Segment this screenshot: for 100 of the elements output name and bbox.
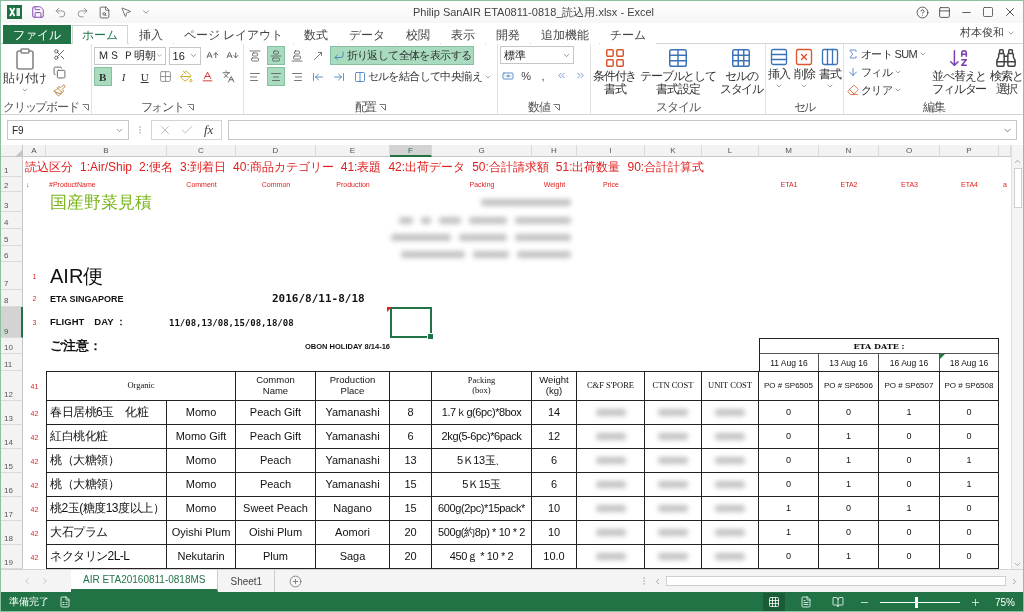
insert-function-button[interactable]: fx — [202, 122, 216, 138]
editing-button[interactable]: 検索と 選択 — [990, 46, 1023, 98]
table-cell: 13 — [390, 449, 432, 473]
editing-button[interactable]: クリア — [845, 82, 929, 98]
style-button[interactable]: セルの スタイル — [719, 46, 764, 98]
flight-label: FLIGHT DAY ： — [50, 316, 126, 329]
column-header[interactable]: F — [390, 145, 432, 157]
eta-date-header: ETA DATE : — [759, 338, 999, 354]
row-header[interactable]: 19 — [1, 545, 23, 569]
row-header[interactable]: 7 — [1, 262, 23, 290]
table-cell: 0 — [759, 449, 819, 473]
editing-button[interactable]: 並べ替えと フィルター — [932, 46, 987, 98]
row-header[interactable]: 18 — [1, 521, 23, 545]
table-cell: 0 — [879, 521, 940, 545]
column-header[interactable]: E — [316, 145, 390, 157]
column-header[interactable]: C — [167, 145, 236, 157]
table-cell: Momo — [167, 401, 236, 425]
row-header[interactable]: 5 — [1, 229, 23, 246]
table-cell: 1 — [940, 449, 999, 473]
zoom-level[interactable]: 75% — [995, 596, 1015, 608]
table-cell: 500g(約8p) * 10 * 2 — [432, 521, 532, 545]
user-name[interactable]: 村本俊和 — [960, 25, 1015, 40]
bold-button[interactable]: B — [93, 67, 112, 86]
table-cell: Nagano — [316, 497, 390, 521]
column-header[interactable]: G — [432, 145, 532, 157]
table-cell: 0 — [879, 473, 940, 497]
row-header[interactable]: 16 — [1, 473, 23, 497]
column-header[interactable]: D — [236, 145, 316, 157]
row-header[interactable]: 9 — [1, 307, 23, 338]
legend-text: 読込区分 — [25, 158, 73, 176]
row-header[interactable]: 6 — [1, 246, 23, 262]
number-format-field[interactable]: 標準 — [500, 46, 574, 64]
row-header[interactable]: 1 — [1, 157, 23, 177]
column-header[interactable]: O — [879, 145, 940, 157]
ribbon-tab[interactable]: ファイル — [3, 25, 71, 44]
table-cell: 6 — [390, 425, 432, 449]
table-header-cell: PO # SP6508 — [940, 371, 999, 401]
legend-text: 2:便名 — [139, 158, 174, 176]
legend-text: 90:合計計算式 — [627, 158, 705, 176]
row-header[interactable]: 15 — [1, 449, 23, 473]
table-cell: 春日居桃6玉 化粧 — [46, 401, 167, 425]
table-cell: Momo — [167, 449, 236, 473]
column-header[interactable]: A — [23, 145, 46, 157]
merge-center-button[interactable]: セルを結合して中央揃え — [350, 67, 495, 86]
column-header[interactable]: L — [702, 145, 759, 157]
column-header[interactable]: H — [532, 145, 577, 157]
table-cell: 1 — [819, 473, 879, 497]
table-cell: 10 — [532, 497, 577, 521]
column-header[interactable]: I — [577, 145, 645, 157]
underline-button[interactable]: U — [135, 67, 154, 86]
editing-button[interactable]: フィル — [845, 64, 929, 80]
table-cell: 1 — [940, 473, 999, 497]
style-button[interactable]: テーブルとして 書式設定 — [640, 46, 716, 98]
editing-button[interactable]: オート SUM — [845, 46, 929, 62]
group-label: スタイル — [656, 98, 700, 116]
cells-button[interactable]: 挿入 — [768, 46, 790, 92]
table-cell: Peach Gift — [236, 401, 316, 425]
number-style-button[interactable]: % — [519, 69, 533, 82]
cells-button[interactable]: 書式 — [819, 46, 841, 92]
table-header-cell: PO # SP6506 — [819, 371, 879, 401]
column-header[interactable]: P — [940, 145, 999, 157]
column-header[interactable]: M — [759, 145, 819, 157]
row-header[interactable]: 4 — [1, 212, 23, 229]
row-header[interactable]: 3 — [1, 192, 23, 212]
row-header[interactable]: 12 — [1, 371, 23, 401]
column-header[interactable]: K — [645, 145, 702, 157]
row-header[interactable]: 10 — [1, 338, 23, 354]
table-header-cell: PO # SP6507 — [879, 371, 940, 401]
table-cell: Peach — [236, 473, 316, 497]
cells-button[interactable]: 削除 — [793, 46, 816, 92]
ribbon-tab[interactable]: ホーム — [72, 25, 128, 44]
paste-button[interactable]: 貼り付け — [3, 46, 47, 96]
group-label: クリップボード — [3, 98, 79, 116]
wrap-text-button[interactable]: 折り返して全体を表示する — [329, 46, 475, 65]
table-cell: 0 — [940, 521, 999, 545]
italic-button[interactable]: I — [114, 67, 133, 86]
eta-date-cell: 18 Aug 16 — [940, 354, 999, 371]
number-style-button[interactable]: , — [536, 69, 550, 82]
font-size-field[interactable]: 16 — [168, 46, 201, 65]
table-header-cell: Weight (kg) — [532, 371, 577, 401]
table-cell: 1 — [759, 521, 819, 545]
table-cell: Yamanashi — [316, 401, 390, 425]
row-header[interactable]: 2 — [1, 177, 23, 192]
style-button[interactable]: 条件付き 書式 — [593, 46, 637, 98]
row-header[interactable]: 17 — [1, 497, 23, 521]
sheet-tab[interactable]: AIR ETA20160811-0818MS — [71, 570, 219, 592]
table-cell: 1 — [879, 497, 940, 521]
name-box[interactable]: F9 — [7, 120, 129, 140]
row-header[interactable]: 8 — [1, 290, 23, 307]
row-header[interactable]: 13 — [1, 401, 23, 425]
table-cell: 1.7ｋg(6pc)*8box — [432, 401, 532, 425]
row-header[interactable]: 14 — [1, 425, 23, 449]
table-cell: 600g(2pc)*15pack* — [432, 497, 532, 521]
column-header[interactable]: B — [46, 145, 167, 157]
table-cell: 1 — [819, 425, 879, 449]
column-header[interactable]: N — [819, 145, 879, 157]
row-header[interactable]: 11 — [1, 354, 23, 371]
font-name-field[interactable]: ＭＳ Ｐ明朝 — [93, 46, 166, 65]
table-cell: Yamanashi — [316, 425, 390, 449]
table-cell: 1 — [759, 497, 819, 521]
